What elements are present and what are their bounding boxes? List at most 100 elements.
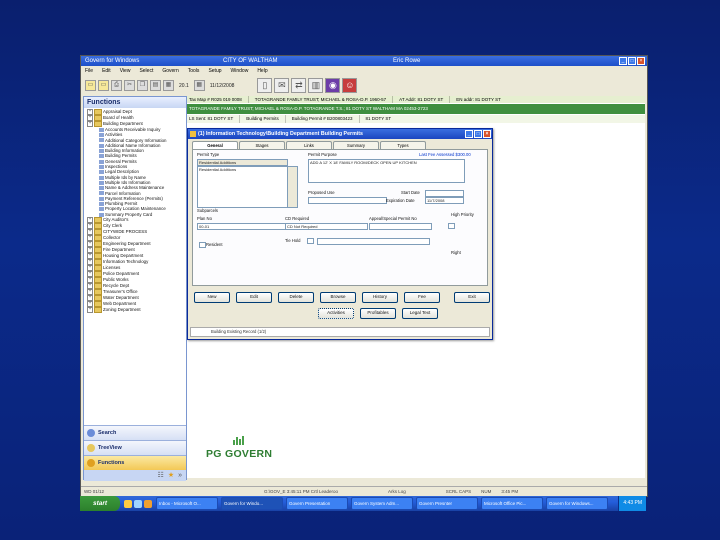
taskbar-task[interactable]: Govern Presentation <box>286 497 348 510</box>
last-fee-link[interactable]: Last Fee Assessed $300.00 <box>419 152 471 157</box>
minimize-button[interactable]: _ <box>619 57 627 65</box>
tree-item-label: Additional Name Information <box>105 142 161 148</box>
high-priority-checkbox[interactable] <box>448 223 455 229</box>
exit-button[interactable]: Exit <box>454 292 490 303</box>
start-date-field[interactable] <box>425 190 464 197</box>
nav-functions[interactable]: Functions <box>84 455 186 470</box>
explorer-icon[interactable] <box>124 499 132 508</box>
menu-file[interactable]: File <box>85 67 93 76</box>
menu-edit[interactable]: Edit <box>102 67 111 76</box>
taskbar-task[interactable]: Govern System Adm... <box>351 497 413 510</box>
delete-button[interactable]: Delete <box>278 292 314 303</box>
tree-item-label: Payment Reference (Permits) <box>105 195 163 201</box>
tree-item-label: General Permits <box>105 158 137 164</box>
document-icon[interactable]: ▯ <box>257 78 273 93</box>
activities-button[interactable]: Activities <box>318 308 354 319</box>
appeal-field[interactable] <box>369 223 432 230</box>
taskbar-task[interactable]: Govern for Windows... <box>546 497 608 510</box>
plan-no-field[interactable]: 00-01 <box>197 223 288 230</box>
expand-icon[interactable]: + <box>87 307 93 314</box>
menu-help[interactable]: Help <box>257 67 267 76</box>
taskbar-task[interactable]: Microsoft Office Pic... <box>481 497 543 510</box>
permit-type-detail[interactable]: Residential Additions <box>197 166 288 208</box>
history-button[interactable]: History <box>362 292 398 303</box>
tie-hold-label: Tie Hold <box>285 238 301 243</box>
functions-panel: Functions + Appraisal Dept + Board of Healt… <box>83 96 187 481</box>
dialog-minimize-button[interactable]: _ <box>465 130 473 138</box>
permit-type-scroller[interactable] <box>287 166 298 208</box>
permit-purpose-field[interactable]: ADD A 12' X 18' FAMILY ROOM/DECK OPEN UP… <box>308 159 465 183</box>
taskbar-task[interactable]: Govern Presnter <box>416 497 478 510</box>
system-tray-clock: 4:43 PM <box>618 496 646 511</box>
tree-item-label: CITYWIDE PROCESS <box>103 229 148 235</box>
taskbar-task[interactable]: Govern for Windo... <box>221 497 283 510</box>
resident-label: Resident <box>206 242 223 247</box>
copy-icon[interactable]: ❐ <box>137 80 148 91</box>
permit-type-label: Permit Type <box>197 152 220 157</box>
paste-icon[interactable]: ▤ <box>150 80 161 91</box>
menu-govern[interactable]: Govern <box>162 67 178 76</box>
permit-type-field[interactable]: Residential Additions <box>197 159 288 166</box>
dialog-secondary-buttons: Activities Profitables Legal Text <box>318 308 438 319</box>
calculator-icon[interactable]: ▦ <box>163 80 174 91</box>
chart-icon[interactable]: ▥ <box>308 78 324 93</box>
cut-icon[interactable]: ✂ <box>124 80 135 91</box>
desktop-icon[interactable] <box>134 499 142 508</box>
browse-button[interactable]: Browse <box>320 292 356 303</box>
proposed-use-select[interactable] <box>308 197 387 204</box>
mail-icon[interactable]: ✉ <box>274 78 290 93</box>
calendar-icon[interactable]: ▦ <box>193 80 205 91</box>
person-icon[interactable]: ☺ <box>342 78 358 93</box>
at-address: AT Addr: 81 DOTY ST <box>399 96 451 103</box>
legal-text-button[interactable]: Legal Text <box>402 308 438 319</box>
configure-icon[interactable]: ☷ <box>158 470 164 481</box>
edit-button[interactable]: Edit <box>236 292 272 303</box>
expand-icon[interactable]: + <box>87 121 93 127</box>
plan-no-label: Plan No <box>197 216 212 221</box>
close-button[interactable]: × <box>637 57 645 65</box>
proposed-use-label: Proposed Use <box>308 190 335 195</box>
folder-icon <box>94 307 102 314</box>
transfer-icon[interactable]: ⇄ <box>291 78 307 93</box>
star-icon[interactable]: ★ <box>168 470 174 481</box>
menu-tools[interactable]: Tools <box>188 67 200 76</box>
nav-treeview-label: TreeView <box>98 445 122 451</box>
tree-item[interactable]: + Zoning Department <box>87 307 186 314</box>
resident-checkbox[interactable] <box>199 242 206 248</box>
open-folder-icon[interactable]: ▭ <box>98 80 109 91</box>
globe-icon[interactable]: ◉ <box>325 78 341 93</box>
expiration-date-field[interactable]: 11/7/2008 <box>425 197 464 204</box>
start-button[interactable]: start <box>80 496 120 511</box>
outlook-icon[interactable] <box>144 499 152 508</box>
folder-icon[interactable]: ▭ <box>85 80 96 91</box>
menu-window[interactable]: Window <box>231 67 249 76</box>
cd-required-select[interactable]: CD Not Required <box>285 223 368 230</box>
profitables-button[interactable]: Profitables <box>360 308 396 319</box>
function-icon <box>99 143 104 148</box>
fee-button[interactable]: Fee <box>404 292 440 303</box>
chevron-icon[interactable]: » <box>178 470 182 481</box>
tax-map[interactable]: Tax Map # R025 019 0008 <box>189 96 249 103</box>
function-icon <box>99 164 104 169</box>
tie-hold-checkbox[interactable] <box>307 238 314 244</box>
nav-treeview[interactable]: TreeView <box>84 440 186 455</box>
right-label: Right <box>451 250 461 255</box>
function-icon <box>99 191 104 196</box>
functions-tree: + Appraisal Dept + Board of Health + Building… <box>84 108 186 314</box>
dialog-close-button[interactable]: × <box>483 130 491 138</box>
print-icon[interactable]: ⎙ <box>111 80 122 91</box>
function-icon <box>99 175 104 180</box>
dialog-maximize-button[interactable]: □ <box>474 130 482 138</box>
menu-select[interactable]: Select <box>139 67 153 76</box>
maximize-button[interactable]: □ <box>628 57 636 65</box>
nav-search[interactable]: Search <box>84 425 186 440</box>
menu-view[interactable]: View <box>120 67 131 76</box>
app-title: Govern for Windows <box>85 58 140 64</box>
new-button[interactable]: New <box>194 292 230 303</box>
quick-launch <box>120 499 156 508</box>
tie-hold-field[interactable] <box>317 238 430 245</box>
taskbar-task[interactable]: Inbox - Microsoft O... <box>156 497 218 510</box>
permit-purpose-label: Permit Purpose <box>308 152 337 157</box>
tree-item-label: Summary Property Card <box>105 211 153 217</box>
menu-setup[interactable]: Setup <box>208 67 221 76</box>
